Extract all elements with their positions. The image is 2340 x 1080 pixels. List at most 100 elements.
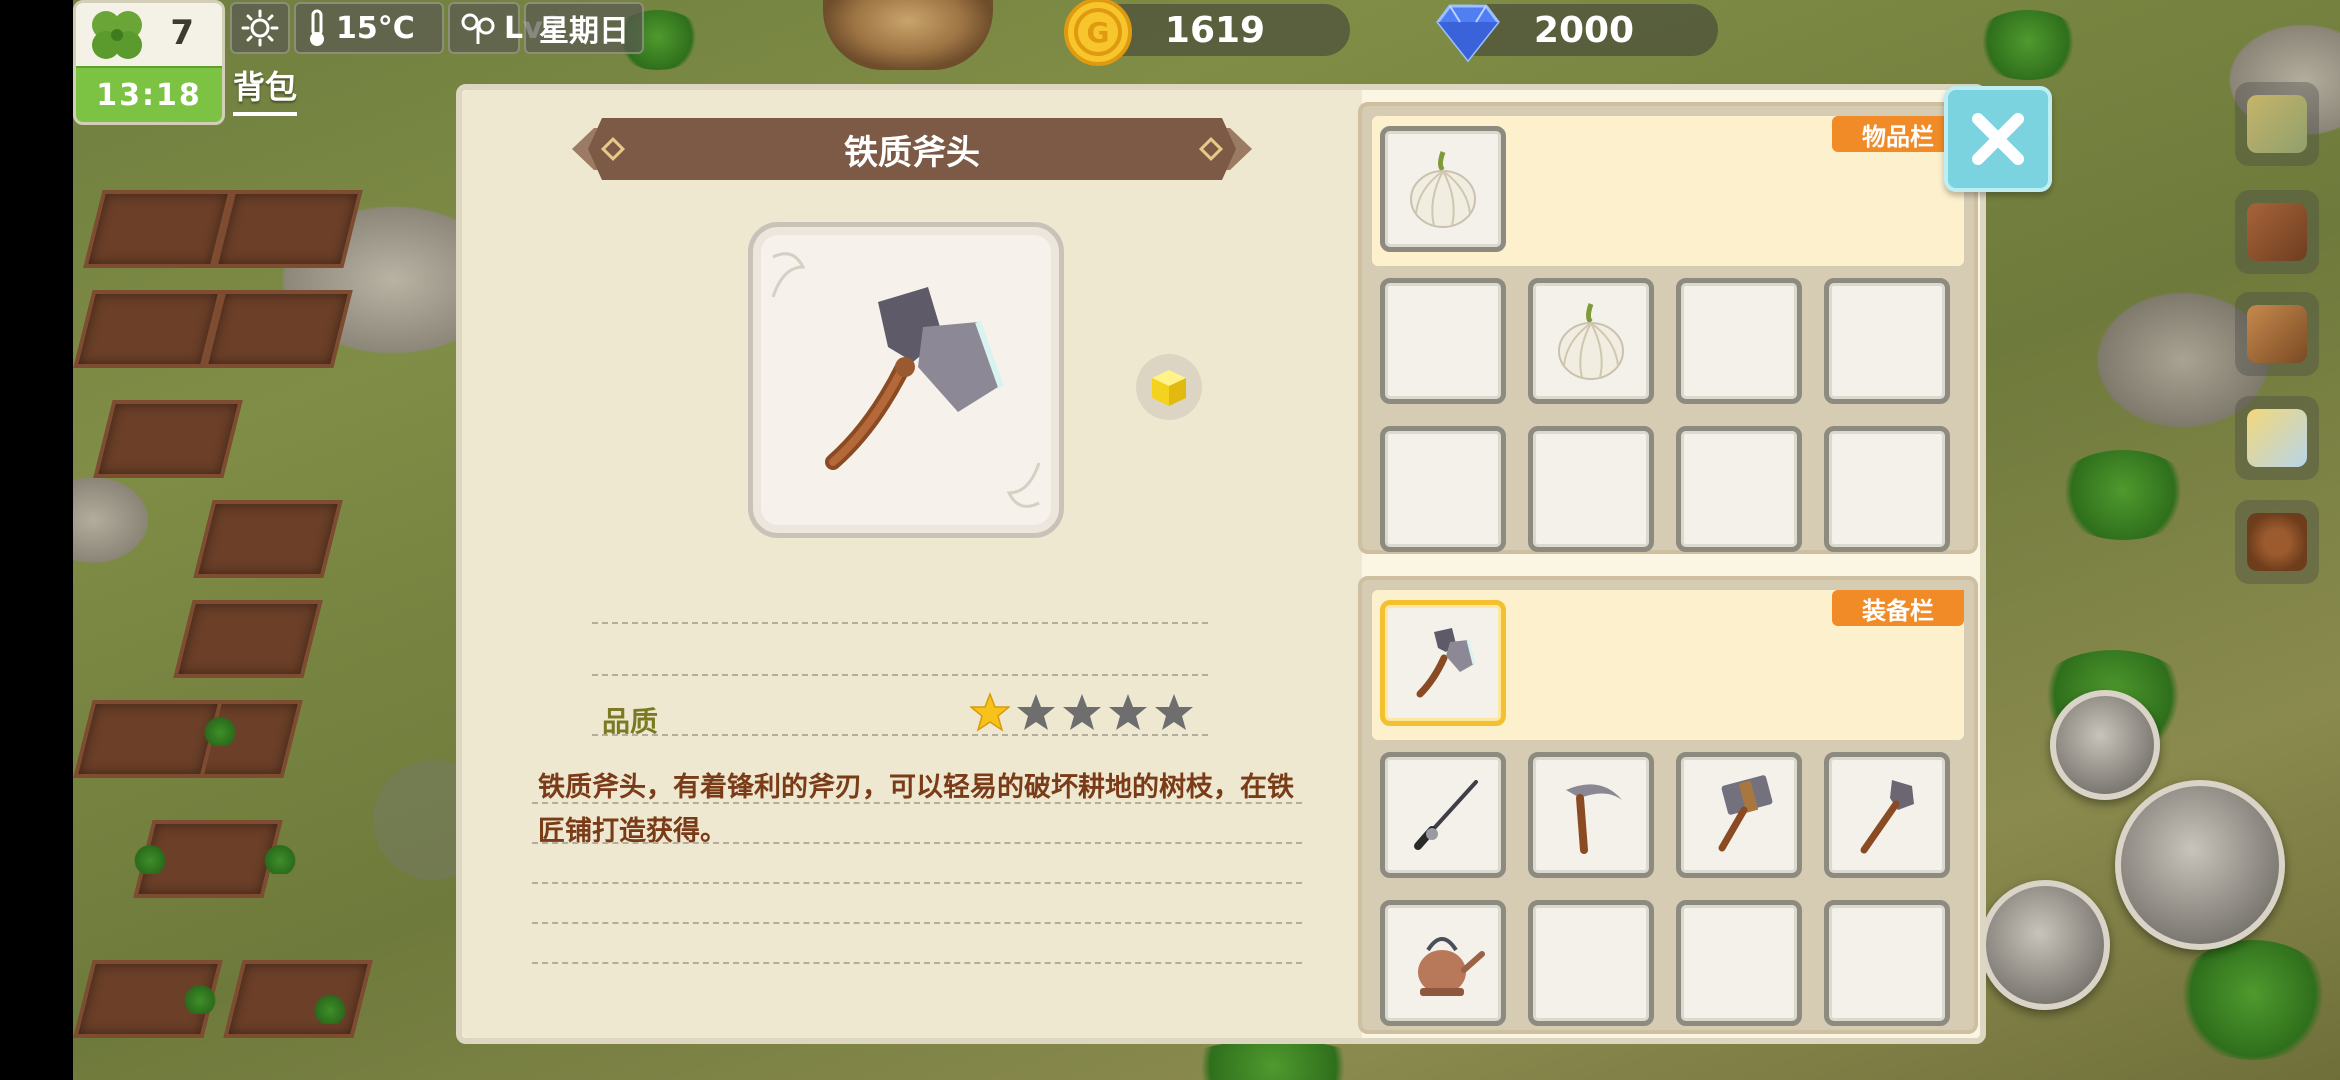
- inventory-featured-slot[interactable]: [1380, 126, 1506, 252]
- equipment-slot[interactable]: [1380, 752, 1506, 878]
- divider-line: [592, 674, 1208, 676]
- item-name: 铁质斧头: [844, 132, 980, 173]
- diamond-icon: [1436, 4, 1500, 63]
- crop-sprout: [203, 712, 237, 746]
- inventory-slot[interactable]: [1528, 426, 1654, 552]
- equipment-slot[interactable]: [1528, 900, 1654, 1026]
- eat-action-button[interactable]: [1980, 880, 2110, 1010]
- book-icon: [2247, 203, 2307, 261]
- inventory-slot[interactable]: [1380, 278, 1506, 404]
- day-counter: 7: [170, 13, 194, 53]
- inventory-slot[interactable]: [1676, 278, 1802, 404]
- divider-line: [532, 962, 1302, 964]
- axe-icon: [1416, 628, 1476, 698]
- farm-plot: [73, 700, 223, 778]
- star-filled-icon: [970, 692, 1010, 732]
- bag-button[interactable]: [2235, 292, 2319, 376]
- inventory-slot[interactable]: [1528, 278, 1654, 404]
- bush: [2053, 450, 2193, 540]
- quality-stars: [970, 692, 1194, 732]
- fishing-rod-icon: [1414, 780, 1478, 850]
- inventory-slot[interactable]: [1824, 426, 1950, 552]
- farm-plot: [173, 600, 323, 678]
- map-button[interactable]: [2235, 82, 2319, 166]
- divider-line: [592, 734, 1208, 736]
- farm-plot: [83, 190, 233, 268]
- axe-icon: [771, 252, 1041, 508]
- settings-button[interactable]: [2235, 500, 2319, 584]
- inventory-slot[interactable]: [1380, 426, 1506, 552]
- farm-plot: [93, 400, 243, 478]
- backpack-action-button[interactable]: [2115, 780, 2285, 950]
- item-description: 铁质斧头，有着锋利的斧刃，可以轻易的破坏耕地的树枝，在铁匠铺打造获得。: [538, 772, 1294, 847]
- friends-button[interactable]: [2235, 396, 2319, 480]
- hoe-icon: [1860, 780, 1914, 854]
- crop-sprout: [183, 980, 217, 1014]
- journal-button[interactable]: [2235, 190, 2319, 274]
- item-preview-frame: [748, 222, 1064, 538]
- backpack-panel: 铁质斧头 品质 铁质斧头，有着锋利的斧刃，可以轻易的破坏耕地的树枝，在铁匠铺打造…: [456, 84, 1986, 1044]
- equipment-slot[interactable]: [1676, 900, 1802, 1026]
- inventory-banner: 物品栏: [1372, 116, 1964, 266]
- map-icon: [2247, 95, 2307, 153]
- star-empty-icon: [1109, 694, 1147, 730]
- divider-line: [532, 802, 1302, 804]
- diamond-counter: 2000: [1436, 4, 1718, 63]
- divider-line: [532, 842, 1302, 844]
- equipment-slot[interactable]: [1380, 900, 1506, 1026]
- divider-line: [532, 922, 1302, 924]
- gear-icon: [2247, 513, 2307, 571]
- tree-stump: [823, 0, 993, 70]
- equipment-featured-slot[interactable]: [1380, 600, 1506, 726]
- equipment-banner: 装备栏: [1372, 590, 1964, 740]
- bush: [1973, 10, 2083, 80]
- farm-plot: [193, 500, 343, 578]
- equipment-section: 装备栏: [1358, 576, 1978, 1034]
- star-empty-icon: [1063, 694, 1101, 730]
- clover-icon: [92, 11, 142, 59]
- day-clock-widget: 7 13:18: [73, 0, 225, 125]
- item-title-banner: 铁质斧头: [572, 118, 1252, 180]
- quality-label: 品质: [602, 705, 659, 738]
- item-detail-pane: 铁质斧头 品质 铁质斧头，有着锋利的斧刃，可以轻易的破坏耕地的树枝，在铁匠铺打造…: [462, 90, 1362, 1038]
- equipment-slot[interactable]: [1824, 752, 1950, 878]
- close-button[interactable]: [1944, 86, 2052, 192]
- thermometer-icon: [310, 9, 324, 46]
- watering-can-icon: [1418, 937, 1485, 996]
- hammer-icon: [1718, 775, 1773, 852]
- weekday-indicator: 星期日: [524, 2, 644, 54]
- divider-line: [592, 622, 1208, 624]
- inventory-section: 物品栏: [1358, 102, 1978, 554]
- star-empty-icon: [1017, 694, 1055, 730]
- tool-action-button[interactable]: [2050, 690, 2160, 800]
- inventory-slot[interactable]: [1676, 426, 1802, 552]
- crop-sprout: [133, 840, 167, 874]
- equipment-slot[interactable]: [1676, 752, 1802, 878]
- close-icon: [1972, 113, 2024, 165]
- crop-sprout: [263, 840, 297, 874]
- farm-plot: [223, 960, 373, 1038]
- material-cube-icon[interactable]: [1134, 352, 1204, 422]
- gold-coin-icon: G: [1064, 0, 1132, 66]
- garlic-icon: [1410, 151, 1476, 228]
- tab-backpack[interactable]: 背包: [233, 62, 298, 116]
- sickle-icon: [1566, 784, 1622, 854]
- farm-plot: [213, 190, 363, 268]
- inventory-slot[interactable]: [1824, 278, 1950, 404]
- crop-sprout: [313, 990, 347, 1024]
- equipment-slot[interactable]: [1824, 900, 1950, 1026]
- star-empty-icon: [1155, 694, 1193, 730]
- temperature-indicator: 15°C: [294, 2, 444, 54]
- weather-indicator: [230, 2, 290, 54]
- divider-line: [532, 882, 1302, 884]
- equipment-slot[interactable]: [1528, 752, 1654, 878]
- level-indicator: Lv2: [448, 2, 564, 54]
- farm-plot: [203, 290, 353, 368]
- sprout-icon: [461, 13, 495, 44]
- bush: [2173, 940, 2333, 1060]
- game-time: 13:18: [76, 66, 222, 122]
- svg-text:G: G: [1087, 16, 1110, 49]
- equipment-tag: 装备栏: [1832, 590, 1964, 626]
- garlic-icon: [1558, 303, 1624, 380]
- bush: [1173, 1040, 1373, 1080]
